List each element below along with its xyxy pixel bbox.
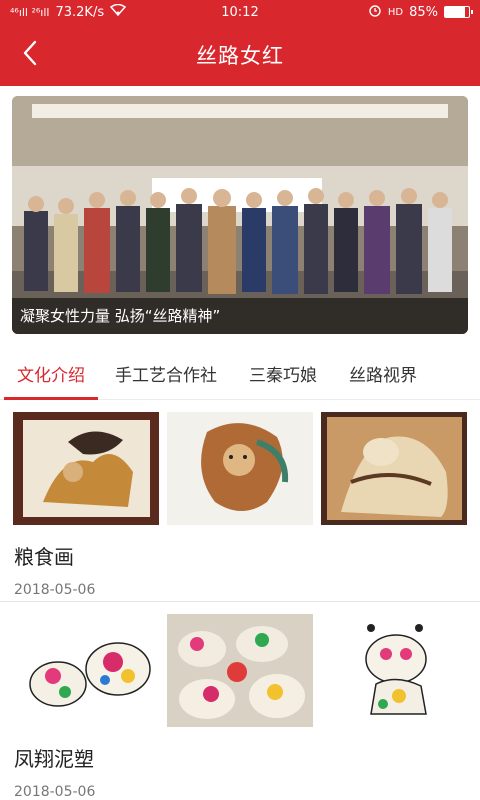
status-bar: ⁴⁶ıll ²⁶ıll 73.2K/s 10:12 HD 85% [0, 0, 480, 24]
network-speed: 73.2K/s [55, 4, 105, 20]
signal-icon: ⁴⁶ıll ²⁶ıll [10, 5, 50, 19]
battery-fill [444, 7, 466, 17]
chevron-left-icon [22, 40, 38, 70]
back-button[interactable] [12, 36, 48, 74]
article-thumbnail [13, 614, 159, 727]
article-thumbnail [13, 412, 159, 525]
tab-silk-road-vision[interactable]: 丝路视界 [336, 348, 430, 399]
article-date: 2018-05-06 [14, 784, 96, 800]
wifi-icon [109, 3, 127, 20]
status-left: ⁴⁶ıll ²⁶ıll 73.2K/s [10, 3, 163, 20]
tab-culture-intro[interactable]: 文化介绍 [4, 348, 98, 400]
article-thumbnail [321, 412, 467, 525]
article-thumbnail [167, 614, 313, 727]
page-title: 丝路女红 [196, 44, 284, 68]
article-title: 凤翔泥塑 [14, 747, 94, 771]
battery-percent: 85% [409, 4, 438, 20]
banner-carousel[interactable]: 凝聚女性力量 弘扬“丝路精神” [12, 96, 468, 334]
alarm-icon [368, 3, 382, 21]
article-thumbnail [321, 614, 467, 727]
article-item[interactable]: 凤翔泥塑 2018-05-06 [0, 614, 480, 800]
tab-handicraft-coop[interactable]: 手工艺合作社 [102, 348, 230, 399]
article-date: 2018-05-06 [14, 582, 96, 598]
article-thumbnail [167, 412, 313, 525]
nav-bar: 丝路女红 [0, 24, 480, 86]
volte-icon: HD [387, 6, 404, 18]
clock: 10:12 [221, 4, 259, 20]
battery-icon [443, 6, 473, 18]
article-item[interactable]: 粮食画 2018-05-06 [0, 412, 480, 602]
banner-caption: 凝聚女性力量 弘扬“丝路精神” [12, 298, 468, 334]
category-tabs: 文化介绍 手工艺合作社 三秦巧娘 丝路视界 [0, 348, 480, 400]
tab-sanqin-qiaoniang[interactable]: 三秦巧娘 [236, 348, 330, 399]
article-title: 粮食画 [14, 545, 74, 569]
